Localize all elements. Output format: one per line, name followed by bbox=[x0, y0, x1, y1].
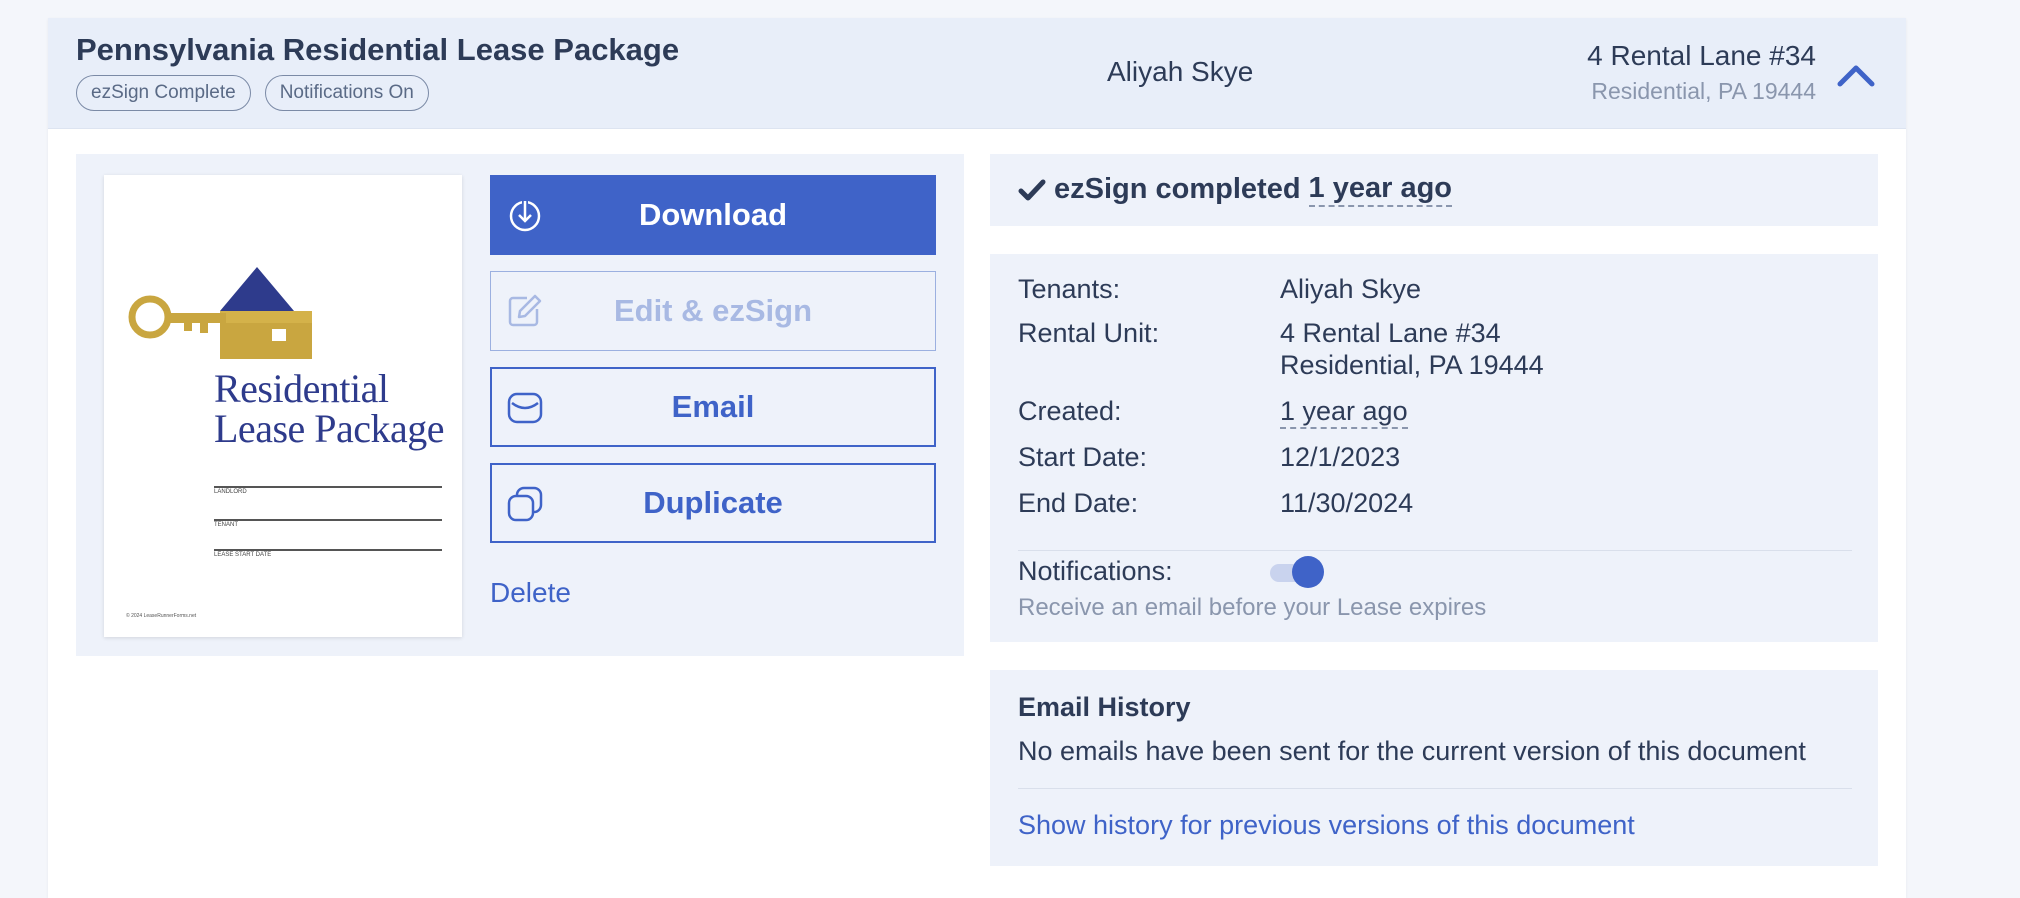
thumbnail-caption-tenant: TENANT bbox=[214, 522, 238, 528]
notifications-label: Notifications: bbox=[1018, 556, 1173, 586]
header-tenant-name: Aliyah Skye bbox=[1107, 56, 1254, 87]
header-address-line1: 4 Rental Lane #34 bbox=[1587, 40, 1816, 71]
edit-icon bbox=[508, 294, 542, 327]
rental-unit-line2: Residential, PA 19444 bbox=[1280, 350, 1544, 380]
rental-unit-label: Rental Unit: bbox=[1018, 318, 1160, 348]
card-header[interactable]: Pennsylvania Residential Lease Package e… bbox=[48, 18, 1906, 129]
esign-status-panel: ezSign completed 1 year ago bbox=[990, 154, 1878, 226]
collapse-button[interactable] bbox=[1834, 56, 1878, 92]
key-house-logo bbox=[128, 267, 312, 359]
duplicate-button[interactable]: Duplicate bbox=[490, 463, 936, 543]
document-thumbnail[interactable]: Residential Lease Package LANDLORD TENAN… bbox=[104, 175, 462, 637]
delete-link[interactable]: Delete bbox=[490, 577, 571, 609]
thumbnail-signature-line bbox=[214, 519, 442, 521]
thumbnail-signature-line bbox=[214, 486, 442, 488]
edit-ezsign-button[interactable]: Edit & ezSign bbox=[490, 271, 936, 351]
thumbnail-caption-landlord: LANDLORD bbox=[214, 489, 247, 495]
lease-details-panel: Tenants: Aliyah Skye Rental Unit: 4 Rent… bbox=[990, 254, 1878, 642]
created-label: Created: bbox=[1018, 396, 1122, 426]
details-divider bbox=[1018, 550, 1852, 551]
tenants-value: Aliyah Skye bbox=[1280, 274, 1422, 304]
edit-ezsign-label: Edit & ezSign bbox=[613, 293, 813, 328]
thumbnail-title: Residential Lease Package bbox=[214, 366, 445, 451]
document-actions-panel: Residential Lease Package LANDLORD TENAN… bbox=[76, 154, 964, 656]
download-button[interactable]: Download bbox=[490, 175, 936, 255]
document-title: Pennsylvania Residential Lease Package bbox=[76, 32, 680, 67]
duplicate-icon bbox=[507, 486, 543, 522]
download-label: Download bbox=[638, 197, 788, 232]
start-date-value: 12/1/2023 bbox=[1280, 442, 1401, 472]
ezsign-status-badge: ezSign Complete bbox=[76, 75, 251, 111]
email-label: Email bbox=[671, 389, 755, 424]
thumbnail-caption-start: LEASE START DATE bbox=[214, 552, 272, 558]
start-date-label: Start Date: bbox=[1018, 442, 1148, 472]
thumbnail-title-line1: Residential bbox=[214, 366, 389, 411]
notifications-help: Receive an email before your Lease expir… bbox=[1018, 594, 1487, 621]
esign-status-prefix: ezSign completed bbox=[1054, 173, 1301, 205]
end-date-value: 11/30/2024 bbox=[1280, 488, 1414, 518]
header-address: 4 Rental Lane #34 Residential, PA 19444 bbox=[1587, 40, 1816, 105]
thumbnail-signature-line bbox=[214, 549, 442, 551]
lease-card: Pennsylvania Residential Lease Package e… bbox=[48, 18, 1906, 898]
download-icon bbox=[509, 200, 541, 232]
email-button[interactable]: Email bbox=[490, 367, 936, 447]
rental-unit-line1: 4 Rental Lane #34 bbox=[1280, 318, 1501, 348]
thumbnail-title-line2: Lease Package bbox=[214, 406, 445, 451]
tenants-label: Tenants: bbox=[1018, 274, 1121, 304]
checkmark-icon bbox=[1018, 179, 1046, 200]
end-date-label: End Date: bbox=[1018, 488, 1139, 518]
chevron-up-icon bbox=[1837, 65, 1875, 87]
duplicate-label: Duplicate bbox=[643, 485, 783, 520]
created-value: 1 year ago bbox=[1280, 396, 1408, 429]
email-history-divider bbox=[1018, 788, 1852, 789]
email-history-message: No emails have been sent for the current… bbox=[1018, 736, 1806, 766]
thumbnail-footer: © 2024 LeaseRunnerForms.net bbox=[126, 613, 197, 619]
email-history-panel: Email History No emails have been sent f… bbox=[990, 670, 1878, 866]
notifications-badge: Notifications On bbox=[264, 75, 429, 111]
envelope-icon bbox=[507, 392, 543, 424]
badge-list: ezSign Complete Notifications On bbox=[76, 75, 429, 111]
show-history-link[interactable]: Show history for previous versions of th… bbox=[1018, 810, 1635, 841]
email-history-title: Email History bbox=[1018, 692, 1191, 722]
toggle-knob bbox=[1292, 556, 1324, 588]
esign-status: ezSign completed 1 year ago bbox=[1018, 172, 1453, 207]
notifications-toggle[interactable] bbox=[1270, 554, 1326, 588]
esign-status-time: 1 year ago bbox=[1308, 172, 1453, 207]
header-address-line2: Residential, PA 19444 bbox=[1591, 78, 1816, 104]
